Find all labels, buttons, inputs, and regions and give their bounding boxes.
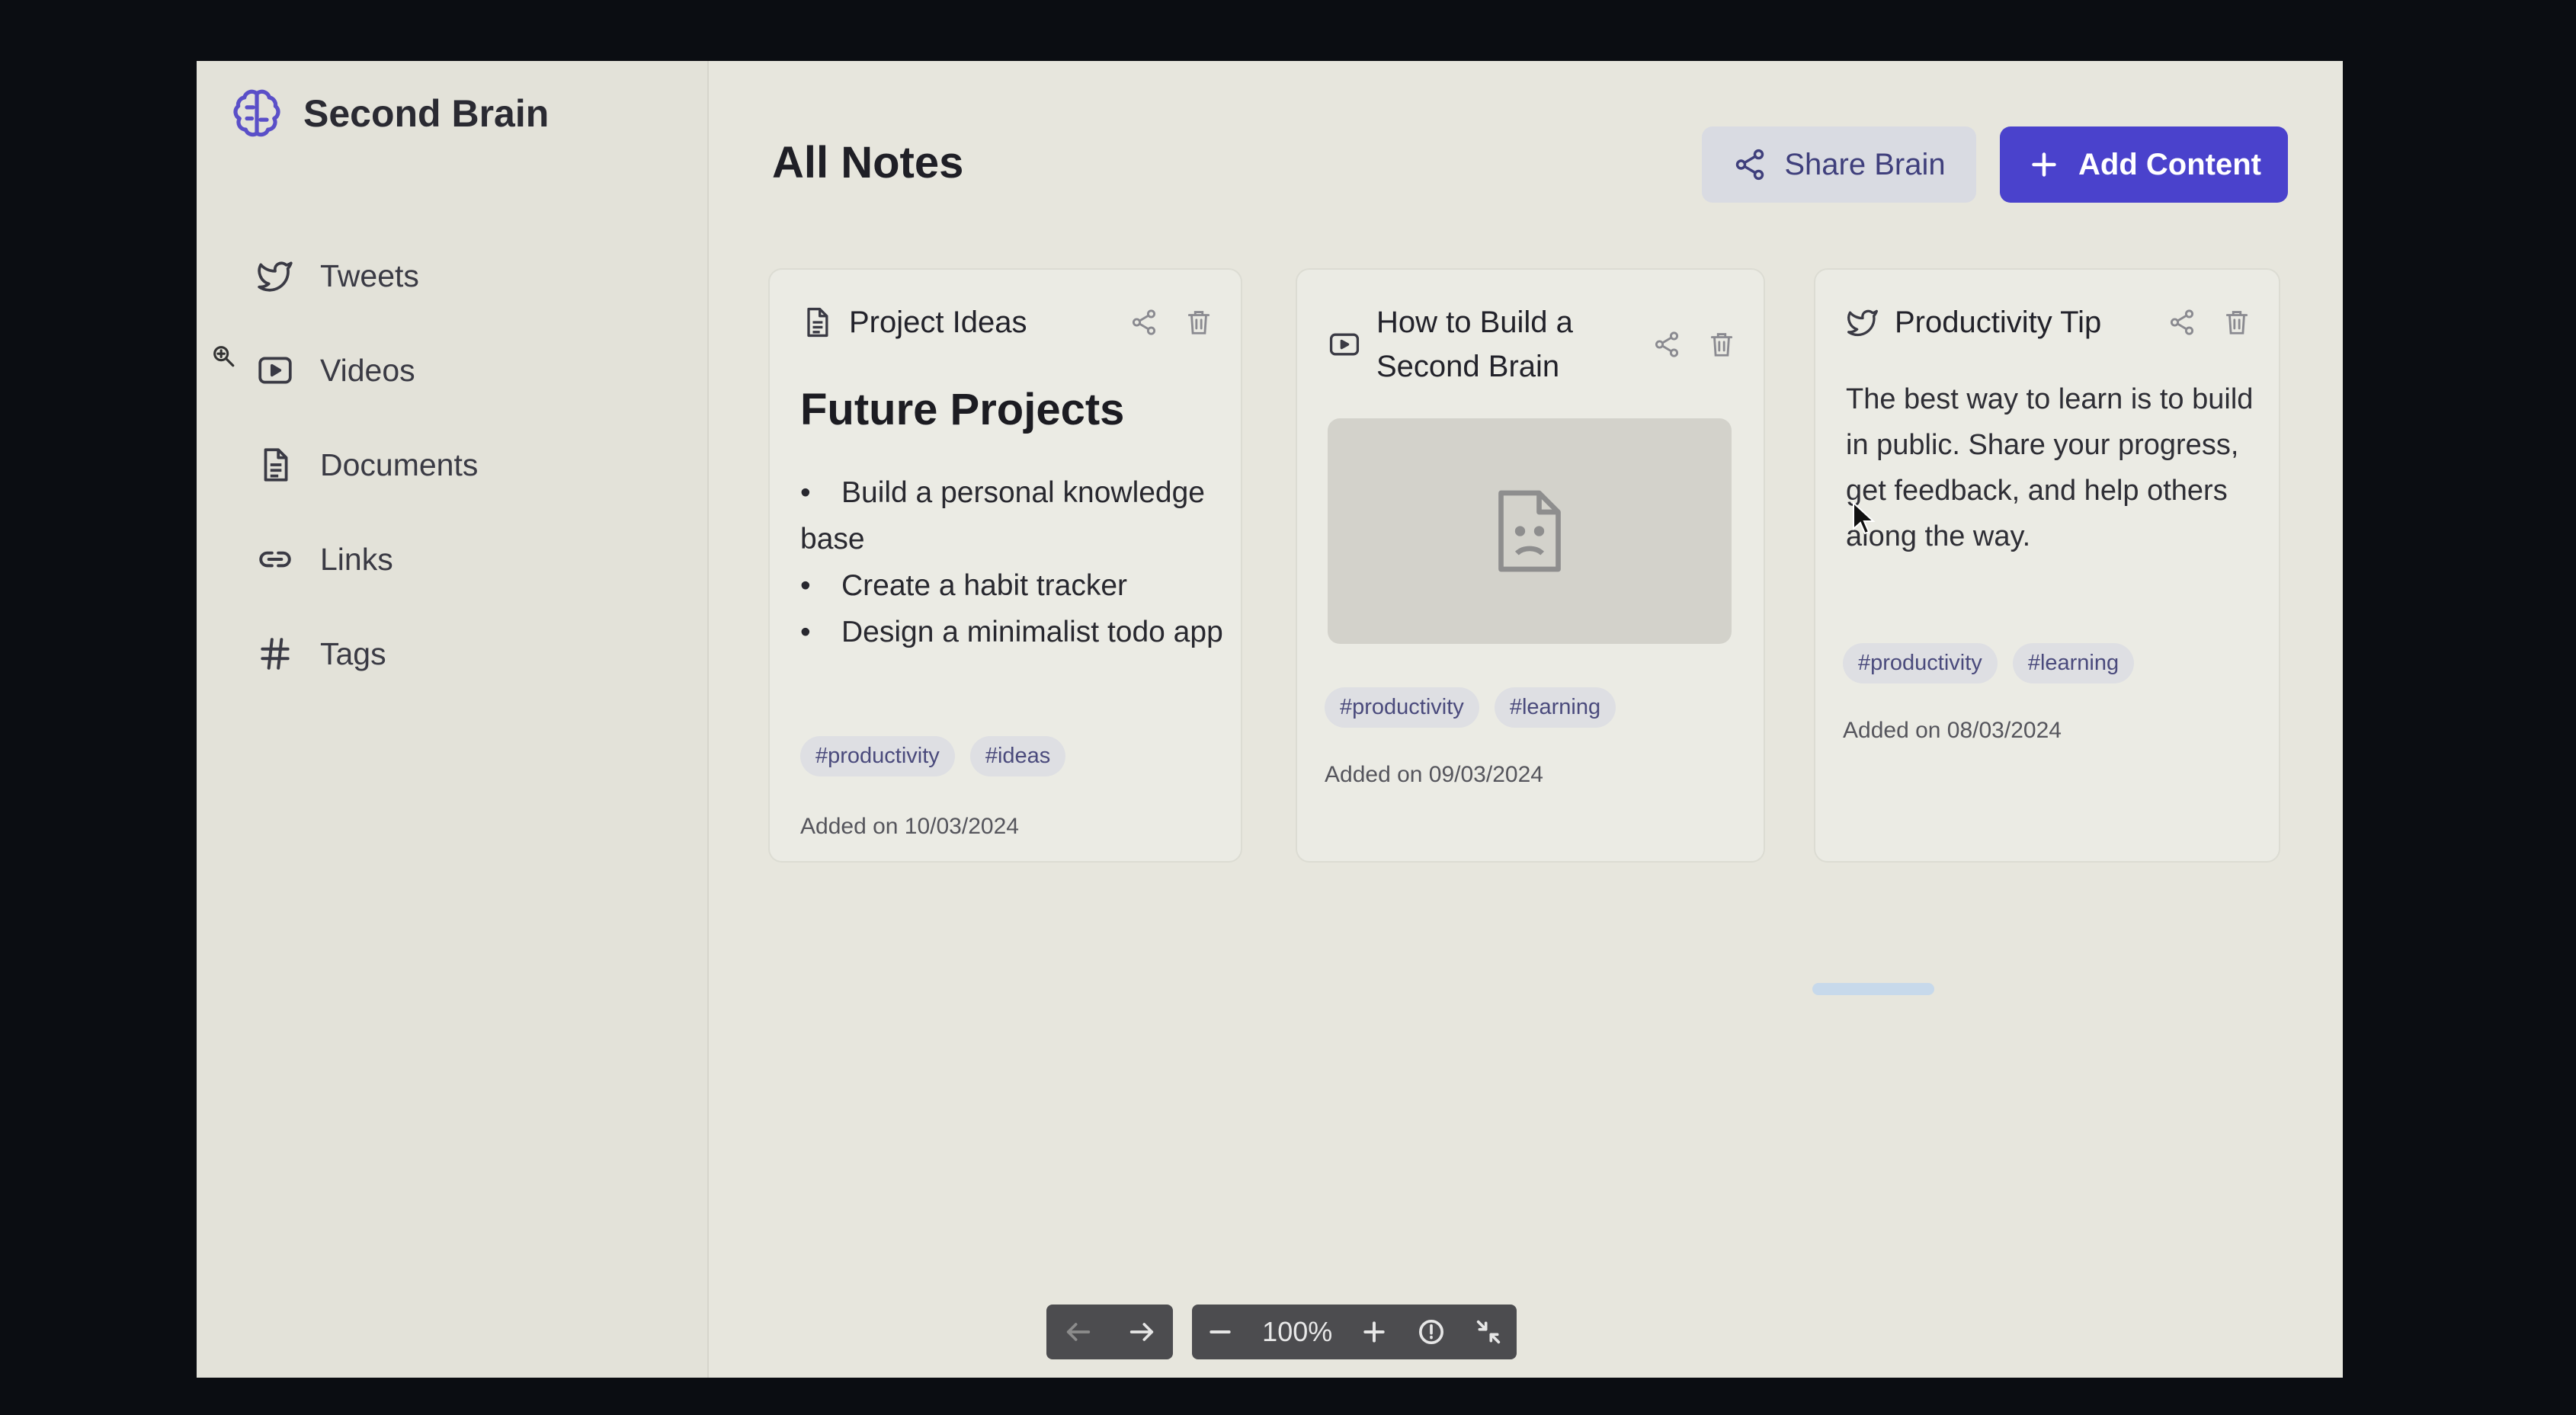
card-actions bbox=[1652, 330, 1736, 359]
note-card[interactable]: Project Ideas Future Projects • Build a p… bbox=[768, 268, 1242, 863]
card-title: How to Build a Second Brain bbox=[1376, 306, 1573, 383]
added-date: Added on 08/03/2024 bbox=[1843, 718, 2062, 743]
trash-icon[interactable] bbox=[2222, 308, 2251, 337]
card-title: Productivity Tip bbox=[1895, 306, 2102, 339]
document-icon bbox=[800, 306, 834, 339]
add-content-button[interactable]: Add Content bbox=[2000, 126, 2288, 203]
tag[interactable]: #ideas bbox=[969, 736, 1066, 776]
mouse-cursor-icon bbox=[1852, 501, 1876, 535]
tag-list: #productivity #learning bbox=[1325, 687, 1616, 728]
tag[interactable]: #productivity bbox=[1325, 687, 1479, 728]
tag[interactable]: #productivity bbox=[800, 736, 955, 776]
tag[interactable]: #learning bbox=[1494, 687, 1616, 728]
card-actions bbox=[2167, 308, 2251, 337]
app-window: Second Brain Tweets Videos Documents Lin… bbox=[197, 61, 2343, 1378]
share-brain-label: Share Brain bbox=[1784, 147, 1946, 181]
list-item: • Build a personal knowledge base bbox=[800, 476, 1205, 555]
app-name: Second Brain bbox=[303, 92, 549, 135]
zoom-reset-icon[interactable] bbox=[1416, 1317, 1447, 1347]
trash-icon[interactable] bbox=[1184, 308, 1213, 337]
page-title: All Notes bbox=[772, 138, 964, 187]
share-icon[interactable] bbox=[1652, 330, 1681, 359]
video-embed-placeholder[interactable] bbox=[1328, 418, 1732, 644]
forward-arrow-icon[interactable] bbox=[1126, 1317, 1157, 1347]
note-heading: Future Projects bbox=[800, 385, 1125, 434]
zoom-level: 100% bbox=[1262, 1316, 1333, 1347]
brand[interactable]: Second Brain bbox=[227, 84, 549, 143]
share-icon[interactable] bbox=[2167, 308, 2196, 337]
sidebar-item-label: Links bbox=[320, 541, 393, 577]
zoom-in-icon[interactable] bbox=[1359, 1317, 1389, 1347]
tag-list: #productivity #ideas bbox=[800, 736, 1066, 776]
sidebar-nav: Tweets Videos Documents Links Tags bbox=[256, 229, 478, 701]
link-icon bbox=[256, 540, 294, 578]
add-content-label: Add Content bbox=[2078, 147, 2261, 181]
twitter-icon bbox=[1846, 306, 1879, 339]
sidebar-item-documents[interactable]: Documents bbox=[256, 418, 478, 512]
back-arrow-icon[interactable] bbox=[1063, 1317, 1094, 1347]
zoom-cursor-icon bbox=[210, 343, 236, 369]
share-brain-button[interactable]: Share Brain bbox=[1702, 126, 1976, 203]
video-icon bbox=[256, 351, 294, 389]
sidebar-item-tags[interactable]: Tags bbox=[256, 607, 478, 701]
tag[interactable]: #productivity bbox=[1843, 643, 1998, 683]
sidebar-item-links[interactable]: Links bbox=[256, 512, 478, 607]
plus-icon bbox=[2027, 147, 2062, 182]
sidebar-item-tweets[interactable]: Tweets bbox=[256, 229, 478, 323]
tweet-text: The best way to learn is to build in pub… bbox=[1846, 383, 2254, 552]
list-item: • Design a minimalist todo app bbox=[800, 616, 1223, 648]
tag-list: #productivity #learning bbox=[1843, 643, 2135, 683]
sidebar-item-label: Tweets bbox=[320, 258, 419, 293]
sidebar-item-label: Tags bbox=[320, 635, 386, 671]
added-date: Added on 10/03/2024 bbox=[800, 814, 1019, 839]
added-date: Added on 09/03/2024 bbox=[1325, 762, 1543, 787]
note-card[interactable]: Productivity Tip The best way to learn i… bbox=[1814, 268, 2280, 863]
tag[interactable]: #learning bbox=[2012, 643, 2135, 683]
share-icon[interactable] bbox=[1129, 308, 1158, 337]
video-icon bbox=[1328, 328, 1361, 361]
zoom-out-icon[interactable] bbox=[1205, 1317, 1235, 1347]
trash-icon[interactable] bbox=[1707, 330, 1736, 359]
note-card[interactable]: How to Build a Second Brain #productivit… bbox=[1296, 268, 1765, 863]
sidebar-item-videos[interactable]: Videos bbox=[256, 323, 478, 418]
list-item: • Create a habit tracker bbox=[800, 569, 1128, 602]
sidebar: Second Brain Tweets Videos Documents Lin… bbox=[197, 61, 709, 1378]
card-header: Project Ideas bbox=[800, 300, 1213, 344]
hash-icon bbox=[256, 635, 294, 673]
share-icon bbox=[1732, 147, 1767, 182]
brain-icon bbox=[227, 84, 287, 143]
screen-glare bbox=[1812, 983, 1934, 995]
history-nav bbox=[1046, 1305, 1173, 1359]
zoom-controls: 100% bbox=[1192, 1305, 1517, 1359]
card-title: Project Ideas bbox=[849, 306, 1027, 339]
card-header: Productivity Tip bbox=[1846, 300, 2251, 344]
card-header: How to Build a Second Brain bbox=[1328, 300, 1736, 389]
sidebar-item-label: Videos bbox=[320, 352, 415, 388]
document-icon bbox=[256, 446, 294, 484]
card-actions bbox=[1129, 308, 1213, 337]
sidebar-item-label: Documents bbox=[320, 447, 479, 482]
broken-file-icon bbox=[1491, 485, 1568, 577]
twitter-icon bbox=[256, 257, 294, 295]
note-list: • Build a personal knowledge base • Create… bbox=[800, 469, 1227, 655]
exit-fullscreen-icon[interactable] bbox=[1473, 1317, 1504, 1347]
